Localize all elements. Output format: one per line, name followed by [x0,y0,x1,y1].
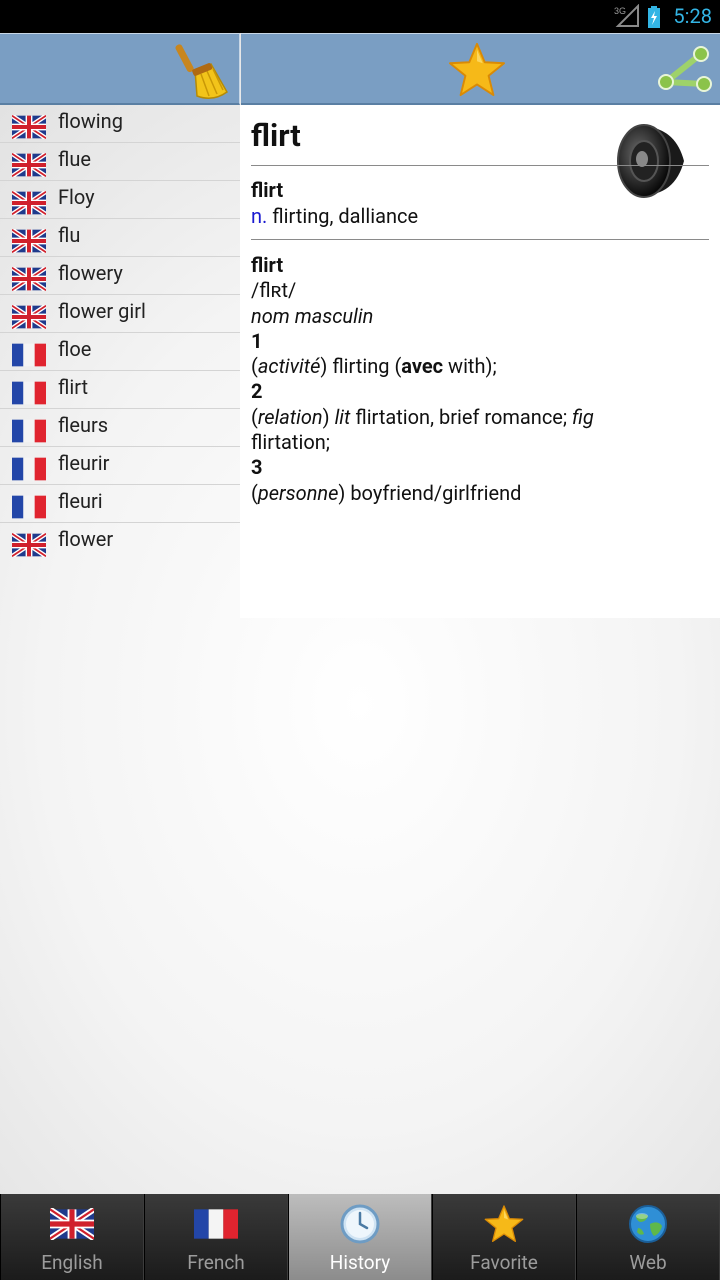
uk-flag-icon [12,267,46,291]
list-item-word: Floy [58,185,95,209]
fr-flag-icon [12,495,46,519]
list-item[interactable]: flower girl [0,295,240,333]
list-item[interactable]: fleurs [0,409,240,447]
tab-french[interactable]: French [144,1194,288,1280]
uk-flag-icon [12,191,46,215]
tab-label: Favorite [470,1251,538,1274]
headword: flirt [251,117,301,154]
list-item-word: flower [58,527,114,551]
share-icon[interactable] [656,44,714,94]
list-item[interactable]: fleuri [0,485,240,523]
entry2-word: flirt [251,253,284,277]
sense-number: 3 [251,455,263,479]
sense-text: (personne) boyfriend/girlfriend [251,481,522,505]
sense-number: 1 [251,329,263,353]
uk-flag-icon [12,533,46,557]
definition-header [241,33,720,105]
uk-flag-icon [12,305,46,329]
tab-label: English [41,1251,103,1274]
tab-favorite[interactable]: Favorite [432,1194,576,1280]
uk-flag-icon [50,1204,94,1244]
status-bar: 3G 5:28 [0,0,720,33]
list-item[interactable]: flower [0,523,240,560]
broom-icon[interactable] [175,40,231,100]
bottom-tab-bar: English French History Favorite Web [0,1194,720,1280]
tab-label: Web [629,1251,667,1274]
entry1-gloss: flirting, dalliance [272,204,419,228]
list-item-word: flowery [58,261,123,285]
star-icon [484,1205,524,1243]
tab-history[interactable]: History [288,1194,432,1280]
list-item[interactable]: fleurir [0,447,240,485]
entry1-pos: n. [251,204,268,228]
list-item[interactable]: flue [0,143,240,181]
list-item-word: flowing [58,109,123,133]
sense-text: (activité) flirting (avec with); [251,354,497,378]
sense-text: (relation) lit flirtation, brief romance… [251,405,594,429]
fr-flag-icon [12,381,46,405]
list-item-word: fleuri [58,489,103,513]
status-time: 5:28 [673,4,712,28]
fr-flag-icon [12,343,46,367]
history-list: flowing flue Floy flu flowery flower gir… [0,105,240,560]
entry1-word: flirt [251,178,284,202]
fr-flag-icon [12,419,46,443]
entry2-pronunciation: /flʀt/ [251,278,297,302]
battery-icon [648,6,660,28]
entry1-definition: n. flirting, dalliance [251,204,418,228]
tab-label: History [329,1251,391,1274]
speaker-icon[interactable] [614,117,694,205]
list-item[interactable]: flowery [0,257,240,295]
list-item-word: flue [58,147,91,171]
list-item-word: flower girl [58,299,146,323]
uk-flag-icon [12,115,46,139]
entry2-gender: nom masculin [251,304,374,328]
list-item-word: flirt [58,375,89,399]
favorite-star-icon[interactable] [448,42,506,98]
globe-icon [629,1205,667,1243]
list-item-word: flu [58,223,81,247]
list-item[interactable]: flu [0,219,240,257]
list-item[interactable]: floe [0,333,240,371]
network-type: 3G [614,6,626,16]
sense-number: 2 [251,379,263,403]
tab-web[interactable]: Web [576,1194,720,1280]
list-item[interactable]: flirt [0,371,240,409]
list-item-word: floe [58,337,92,361]
uk-flag-icon [12,153,46,177]
list-item[interactable]: Floy [0,181,240,219]
list-item-word: fleurir [58,451,110,475]
fr-flag-icon [194,1209,238,1239]
clock-icon [340,1204,380,1244]
uk-flag-icon [12,229,46,253]
tab-label: French [187,1251,245,1274]
list-item-word: fleurs [58,413,109,437]
fr-flag-icon [12,457,46,481]
sense-text-continued: flirtation; [251,430,330,454]
tab-english[interactable]: English [0,1194,144,1280]
history-header [0,33,240,105]
signal-icon: 3G [614,4,639,27]
list-item[interactable]: flowing [0,105,240,143]
definition-pane: flirt flirt n. flirting, dalliance flirt… [240,105,720,618]
